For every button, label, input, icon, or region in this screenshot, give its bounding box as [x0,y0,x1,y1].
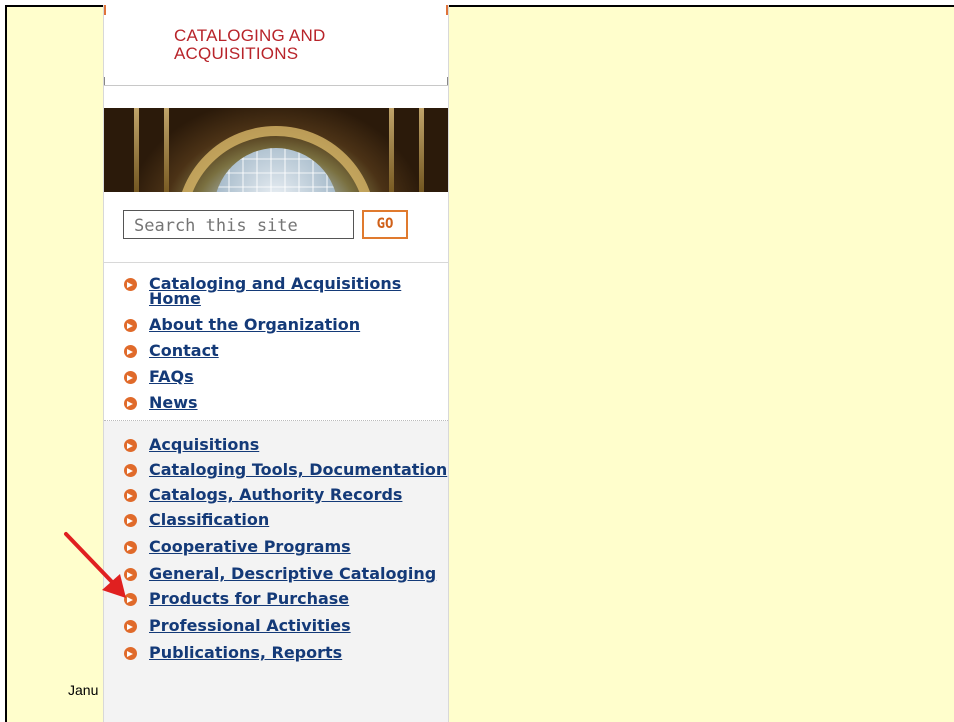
nav-item-label: Products for Purchase [149,589,350,608]
nav-item-label: Catalogs, Authority Records [149,485,403,504]
nav-item-label: About the Organization [149,315,361,334]
site-title[interactable]: CATALOGING AND ACQUISITIONS [174,27,325,63]
nav-item-cataloging-tools[interactable]: Cataloging Tools, Documentation [104,460,448,479]
site-header: CATALOGING AND ACQUISITIONS [104,5,448,86]
red-arrow-icon [64,532,126,598]
search-bar: GO [104,192,448,263]
nav-item-professional[interactable]: Professional Activities [104,616,448,635]
nav-item-products[interactable]: Products for Purchase [104,589,448,608]
slide-date-fragment: Janu [68,682,99,698]
orange-arrow-bullet-icon [124,647,137,660]
orange-arrow-bullet-icon [124,319,137,332]
sidebar-panel: CATALOGING AND ACQUISITIONS GO Catalogin… [103,5,449,722]
nav-item-publications[interactable]: Publications, Reports [104,643,448,662]
nav-primary: Cataloging and Acquisitions Home About t… [104,263,448,421]
orange-arrow-bullet-icon [124,620,137,633]
nav-item-label: Cataloging and Acquisitions Home [149,274,402,308]
library-dome-banner [104,108,448,192]
nav-item-label: Cataloging Tools, Documentation [149,460,448,479]
header-left-rule [104,77,105,85]
orange-arrow-bullet-icon [124,514,137,527]
orange-arrow-bullet-icon [124,371,137,384]
header-right-tick [446,5,448,15]
nav-item-contact[interactable]: Contact [104,341,448,360]
orange-arrow-bullet-icon [124,464,137,477]
nav-item-label: Cooperative Programs [149,537,351,556]
nav-item-label: Publications, Reports [149,643,343,662]
nav-item-classification[interactable]: Classification [104,510,448,529]
nav-item-label: Contact [149,341,219,360]
nav-item-label: FAQs [149,367,194,386]
nav-item-general-descriptive[interactable]: General, Descriptive Cataloging [104,564,448,583]
header-right-rule [447,77,448,85]
nav-item-label: News [149,393,198,412]
nav-item-cataloging-home[interactable]: Cataloging and Acquisitions Home [104,274,448,308]
nav-item-about[interactable]: About the Organization [104,315,448,334]
nav-item-acquisitions[interactable]: Acquisitions [104,435,448,454]
nav-item-label: General, Descriptive Cataloging [149,564,437,583]
nav-item-catalogs-authority[interactable]: Catalogs, Authority Records [104,485,448,504]
search-input[interactable] [123,210,354,239]
nav-topics: Acquisitions Cataloging Tools, Documenta… [104,421,448,722]
go-button[interactable]: GO [362,210,408,239]
orange-arrow-bullet-icon [124,345,137,358]
orange-arrow-bullet-icon [124,489,137,502]
nav-item-faqs[interactable]: FAQs [104,367,448,386]
nav-item-label: Classification [149,510,270,529]
nav-item-cooperative-programs[interactable]: Cooperative Programs [104,537,448,556]
orange-arrow-bullet-icon [124,439,137,452]
nav-item-label: Professional Activities [149,616,351,635]
nav-item-news[interactable]: News [104,393,448,412]
orange-arrow-bullet-icon [124,397,137,410]
nav-item-label: Acquisitions [149,435,260,454]
header-left-tick [104,5,106,15]
orange-arrow-bullet-icon [124,278,137,291]
